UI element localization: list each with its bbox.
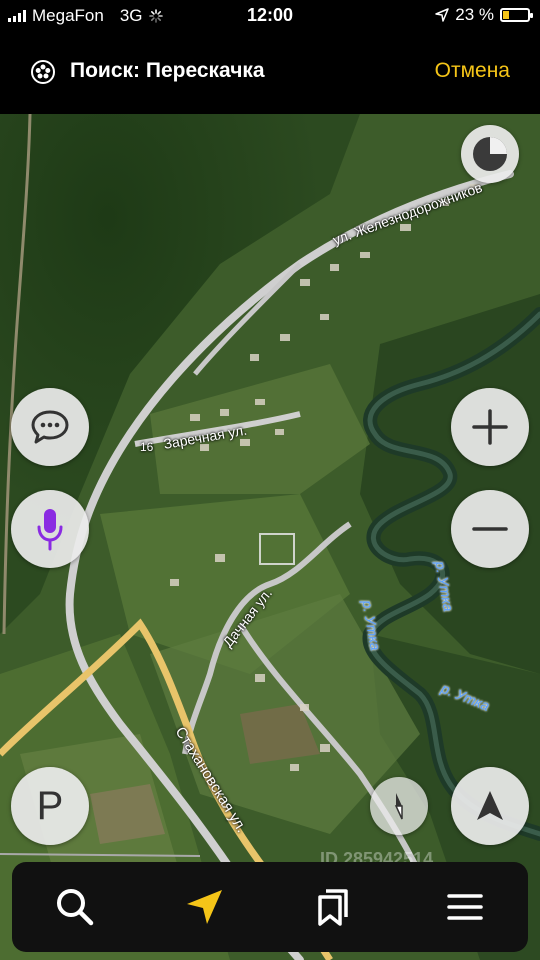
zoom-in-button[interactable]: [451, 388, 529, 466]
cancel-button[interactable]: Отмена: [435, 59, 510, 83]
compass-button[interactable]: [461, 125, 519, 183]
my-location-button[interactable]: [451, 767, 529, 845]
navigation-arrow-icon: [477, 791, 503, 820]
navigator-arrow-icon: [187, 890, 222, 924]
tab-navigator[interactable]: [179, 882, 229, 932]
status-right: 23 %: [435, 5, 533, 25]
battery-icon: [500, 8, 533, 22]
search-header: Поиск: Перескачка Отмена: [0, 30, 540, 114]
plus-icon: [472, 409, 508, 445]
aperture-icon[interactable]: [30, 59, 56, 85]
search-query-title[interactable]: Поиск: Перескачка: [70, 59, 265, 83]
tab-menu[interactable]: [440, 882, 490, 932]
tab-search[interactable]: [50, 882, 100, 932]
north-button[interactable]: [370, 777, 428, 835]
tab-bookmarks[interactable]: [309, 882, 359, 932]
status-bar: MegaFon 3G 12:00 23 %: [0, 0, 540, 30]
location-arrow-icon: [435, 8, 449, 22]
compass-icon: [473, 137, 507, 171]
north-arrow-icon: [394, 793, 403, 820]
house-number-label: 16: [140, 440, 154, 454]
voice-search-button[interactable]: [11, 490, 89, 568]
battery-percent: 23 %: [455, 5, 494, 24]
chat-button[interactable]: [11, 388, 89, 466]
parking-label: P: [36, 783, 64, 828]
menu-icon: [447, 894, 483, 920]
bottom-navigation: [12, 862, 528, 952]
microphone-icon: [37, 509, 63, 551]
bookmarks-icon: [318, 889, 348, 926]
search-icon: [57, 889, 94, 926]
parking-button[interactable]: P: [11, 767, 89, 845]
zoom-out-button[interactable]: [451, 490, 529, 568]
minus-icon: [472, 527, 508, 531]
chat-bubble-icon: [31, 410, 69, 444]
